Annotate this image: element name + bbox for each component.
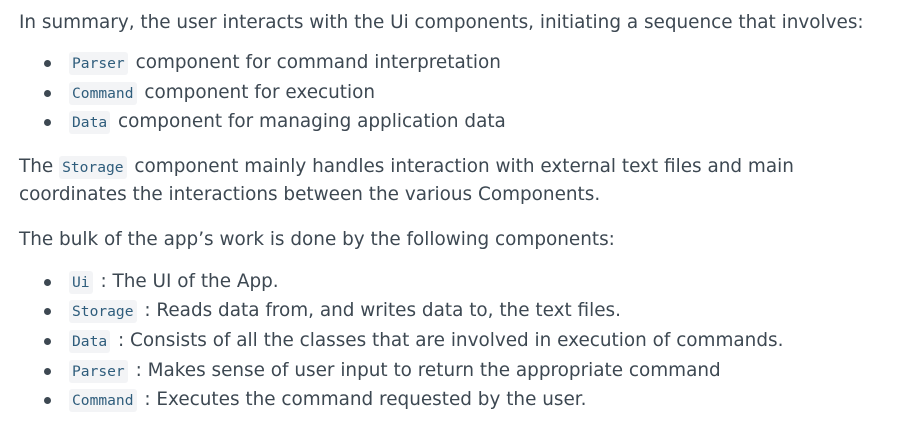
list-item-text: : Reads data from, and writes data to, t… — [144, 300, 621, 322]
inline-code: Storage — [59, 155, 127, 179]
inline-code: Parser — [69, 359, 128, 383]
storage-paragraph: The Storage component mainly handles int… — [19, 153, 906, 208]
list-item-text: component for managing application data — [118, 111, 506, 133]
inline-code: Storage — [69, 300, 137, 324]
document-body: In summary, the user interacts with the … — [0, 0, 906, 439]
bullet-icon — [44, 337, 51, 345]
list-item: Command : Executes the command requested… — [19, 386, 906, 416]
list-item-text: : Makes sense of user input to return th… — [135, 359, 721, 381]
inline-code: Ui — [69, 270, 93, 294]
list-item-text: component for execution — [144, 81, 376, 103]
bullet-icon — [44, 89, 51, 97]
list-item: Ui : The UI of the App. — [19, 268, 906, 298]
bulk-paragraph: The bulk of the app’s work is done by th… — [19, 228, 615, 250]
list-item: Parser : Makes sense of user input to re… — [19, 357, 906, 387]
list-item: Data : Consists of all the classes that … — [19, 327, 906, 357]
bullet-icon — [44, 367, 51, 375]
components-list: Ui : The UI of the App. Storage : Reads … — [19, 268, 906, 416]
storage-text-after: component mainly handles interaction wit… — [19, 155, 794, 205]
storage-text-before: The — [19, 155, 60, 177]
inline-code: Data — [69, 329, 111, 353]
list-item: Parser component for command interpretat… — [19, 49, 906, 79]
list-item: Storage : Reads data from, and writes da… — [19, 297, 906, 327]
list-item: Data component for managing application … — [19, 108, 906, 138]
list-item-text: : The UI of the App. — [100, 270, 279, 292]
bullet-icon — [44, 308, 51, 316]
bullet-icon — [44, 60, 51, 67]
list-item-text: : Executes the command requested by the … — [144, 389, 587, 411]
inline-code: Parser — [69, 52, 128, 75]
list-item-text: component for command interpretation — [135, 52, 501, 73]
inline-code: Command — [69, 389, 137, 413]
bullet-icon — [44, 397, 51, 405]
inline-code: Command — [69, 81, 137, 105]
bullet-icon — [44, 278, 51, 286]
bullet-icon — [44, 119, 51, 127]
summary-paragraph: In summary, the user interacts with the … — [19, 12, 864, 33]
list-item: Command component for execution — [19, 79, 906, 109]
list-item-text: : Consists of all the classes that are i… — [118, 329, 784, 351]
inline-code: Data — [69, 111, 111, 135]
sequence-list: Parser component for command interpretat… — [19, 49, 906, 138]
